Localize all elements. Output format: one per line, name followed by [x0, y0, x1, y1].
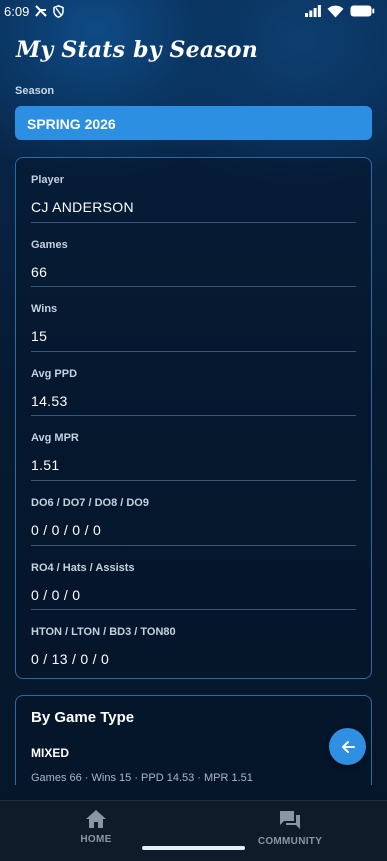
- stat-label: RO4 / Hats / Assists: [31, 561, 135, 574]
- stat-row-ro4-hats-assists: RO4 / Hats / Assists 0 / 0 / 0: [31, 546, 356, 611]
- nav-label-community: COMMUNITY: [257, 836, 323, 847]
- home-icon: [86, 810, 106, 828]
- nav-item-community[interactable]: COMMUNITY: [250, 809, 330, 847]
- gesture-bar[interactable]: [142, 846, 245, 850]
- stat-row-tons: HTON / LTON / BD3 / TON80 0 / 13 / 0 / 0: [31, 610, 356, 675]
- stat-label: Player: [31, 174, 65, 186]
- battery-icon: [350, 5, 375, 17]
- stat-row-avg-ppd: Avg PPD 14.53: [31, 352, 356, 417]
- stat-label: Wins: [31, 303, 58, 316]
- notification-app-icon: [35, 5, 48, 17]
- nav-label-home: HOME: [80, 834, 112, 845]
- signal-icon: [305, 5, 321, 17]
- stat-label: Avg MPR: [31, 432, 79, 445]
- nav-item-home[interactable]: HOME: [73, 809, 119, 845]
- game-type-title: By Game Type: [31, 709, 135, 726]
- stat-row-player: Player CJ ANDERSON: [31, 158, 356, 223]
- stat-value: 15: [31, 328, 48, 345]
- page-title: My Stats by Season: [16, 37, 258, 63]
- back-fab-button[interactable]: [329, 728, 366, 765]
- stat-row-wins: Wins 15: [31, 287, 356, 352]
- shield-icon: [53, 4, 65, 18]
- stat-row-games: Games 66: [31, 223, 356, 288]
- bottom-nav: HOME COMMUNITY: [0, 800, 387, 861]
- stat-value: 1.51: [31, 457, 60, 474]
- stat-row-avg-mpr: Avg MPR 1.51: [31, 416, 356, 481]
- status-time: 6:09: [4, 3, 30, 19]
- stat-value: 0 / 0 / 0: [31, 586, 81, 603]
- season-select-value: SPRING 2026: [27, 116, 116, 132]
- stat-value: 66: [31, 263, 48, 280]
- stats-card: Player CJ ANDERSON Games 66 Wins 15 Avg …: [15, 157, 372, 679]
- season-label: Season: [15, 85, 55, 97]
- game-type-card: By Game Type MIXED Games 66 · Wins 15 · …: [15, 695, 372, 785]
- stat-value: 14.53: [31, 392, 68, 409]
- stat-label: Games: [31, 238, 68, 251]
- status-bar: 6:09: [0, 0, 387, 22]
- game-type-summary: Games 66 · Wins 15 · PPD 14.53 · MPR 1.5…: [31, 772, 253, 784]
- wifi-icon: [327, 5, 344, 17]
- game-type-name: MIXED: [31, 746, 70, 760]
- stat-label: HTON / LTON / BD3 / TON80: [31, 626, 176, 639]
- stat-value: 0 / 13 / 0 / 0: [31, 651, 110, 668]
- stat-label: DO6 / DO7 / DO8 / DO9: [31, 496, 149, 509]
- season-select[interactable]: SPRING 2026: [15, 106, 372, 140]
- stat-value: CJ ANDERSON: [31, 199, 134, 215]
- community-icon: [280, 811, 300, 829]
- stat-label: Avg PPD: [31, 367, 78, 380]
- stat-row-doubles-out: DO6 / DO7 / DO8 / DO9 0 / 0 / 0 / 0: [31, 481, 356, 546]
- stat-value: 0 / 0 / 0 / 0: [31, 521, 102, 538]
- arrow-left-icon: [341, 740, 355, 753]
